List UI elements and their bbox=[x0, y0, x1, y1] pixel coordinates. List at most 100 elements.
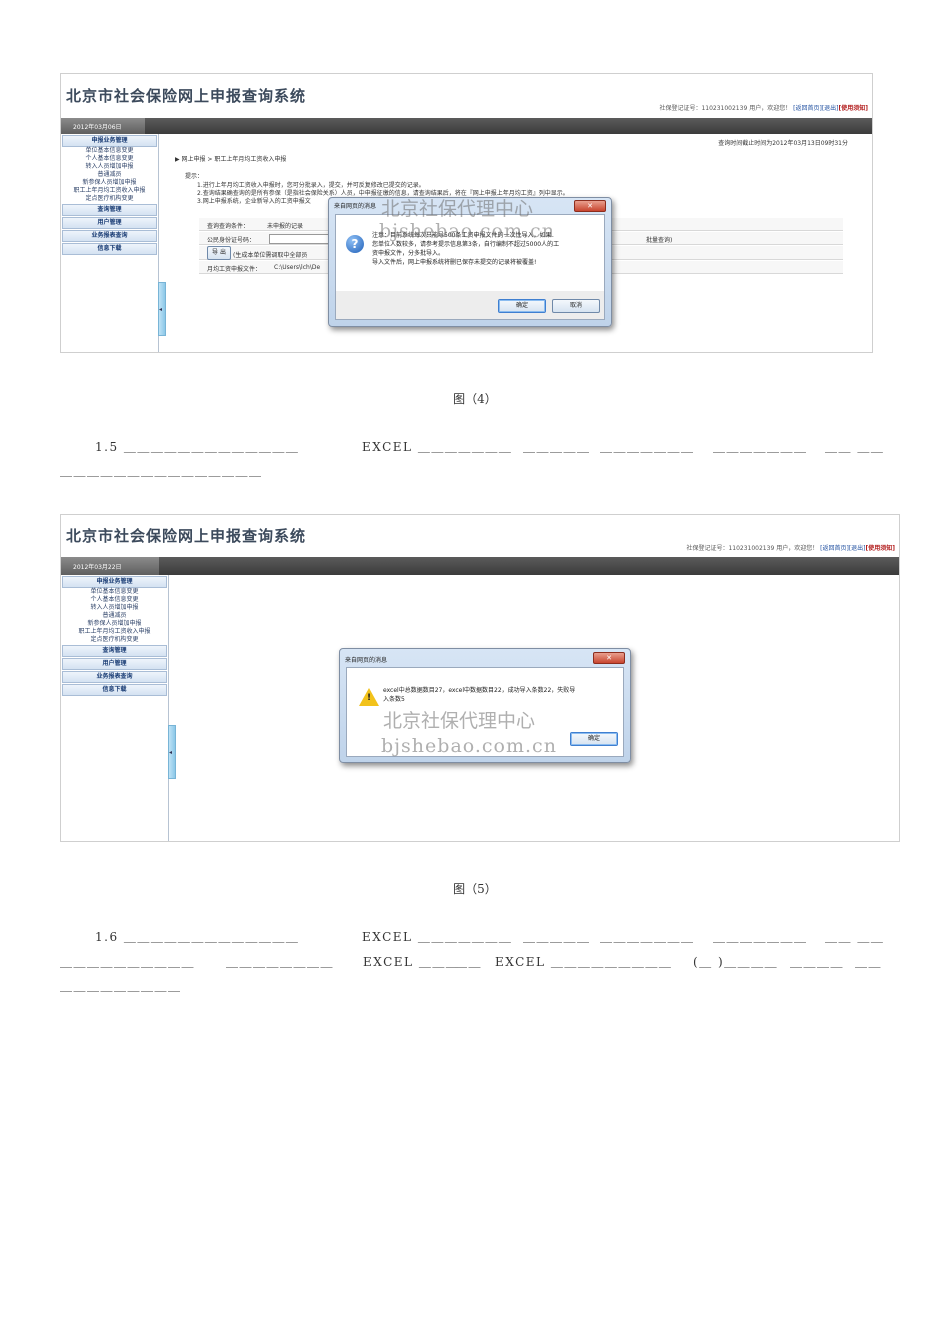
nav-section-header[interactable]: 信息下载 bbox=[62, 684, 167, 696]
sidebar-nav: 申报业务管理 单位基本信息变更 个人基本信息变更 转入人员增加申报 普通减员 新参保人员增… bbox=[61, 134, 159, 352]
home-link[interactable]: [返回首页] bbox=[820, 545, 849, 552]
query-time: 查询时间截止时间为2012年03月13日09时31分 bbox=[718, 140, 848, 147]
export-button[interactable]: 导 出 bbox=[207, 246, 231, 260]
paragraph-1-5-line-1: 1.5 ＿＿＿＿＿＿＿＿＿＿＿＿＿ EXCEL ＿＿＿＿＿＿＿ ＿＿＿＿＿ ＿＿… bbox=[95, 438, 885, 454]
nav-item[interactable]: 新参保人员增加申报 bbox=[61, 179, 158, 187]
sidebar-collapse-handle[interactable] bbox=[168, 725, 176, 779]
notice-link[interactable]: [使用须知] bbox=[839, 105, 869, 112]
query-condition-label: 查询查询条件： bbox=[207, 223, 250, 230]
text-segment: ＿＿＿＿＿ bbox=[523, 440, 591, 454]
nav-item[interactable]: 单位基本信息变更 bbox=[61, 588, 168, 596]
text-segment: ＿＿ ＿＿ bbox=[825, 440, 885, 454]
text-segment: ＿＿＿＿＿＿＿＿ bbox=[226, 955, 335, 969]
query-condition-select[interactable]: 未申报的记录 bbox=[267, 221, 303, 230]
close-icon[interactable]: ✕ bbox=[574, 200, 606, 212]
nav-item[interactable]: 转入人员增加申报 bbox=[61, 163, 158, 171]
nav-item[interactable]: 个人基本信息变更 bbox=[61, 155, 158, 163]
nav-item[interactable]: 普通减员 bbox=[61, 171, 158, 179]
ok-button[interactable]: 确定 bbox=[570, 732, 618, 746]
user-greeting: 用户，欢迎您！ bbox=[776, 545, 819, 552]
dialog-title: 来自网页的消息 bbox=[334, 203, 377, 210]
file-label: 月均工资申报文件： bbox=[207, 266, 262, 273]
nav-item[interactable]: 定点医疗机构变更 bbox=[61, 636, 168, 644]
system-title: 北京市社会保险网上申报查询系统 bbox=[66, 527, 307, 545]
text-segment: ＿＿ bbox=[855, 955, 883, 969]
watermark-cn: 北京社保代理中心 bbox=[383, 710, 536, 732]
nav-item[interactable]: 个人基本信息变更 bbox=[61, 596, 168, 604]
current-date: 2012年03月22日 bbox=[61, 557, 159, 575]
export-note: (生成本单位需调取中全部员 bbox=[233, 252, 308, 259]
nav-section-header[interactable]: 业务报表查询 bbox=[62, 671, 167, 683]
breadcrumb: ▶ 网上申报 > 职工上年月均工资收入申报 bbox=[175, 156, 287, 163]
text-segment: EXCEL ＿＿＿＿＿＿＿ bbox=[362, 440, 513, 454]
text-segment: (＿ )＿＿＿＿ bbox=[693, 955, 779, 969]
nav-item[interactable]: 定点医疗机构变更 bbox=[61, 195, 158, 203]
tip-3: 3.网上申报系统，企业新导入的工资申报文 bbox=[197, 198, 311, 205]
logout-link[interactable]: [退出] bbox=[849, 545, 866, 552]
date-bar: 2012年03月06日 bbox=[61, 118, 872, 134]
file-path-input[interactable]: C:\Users\lch\De bbox=[274, 264, 320, 271]
tips-label: 提示： bbox=[185, 173, 204, 180]
text-segment: 1.5 ＿＿＿＿＿＿＿＿＿＿＿＿＿ bbox=[95, 440, 300, 454]
nav-item[interactable]: 职工上年月均工资收入申报 bbox=[61, 628, 168, 636]
logout-link[interactable]: [退出] bbox=[822, 105, 839, 112]
text-segment: ＿＿＿＿＿＿＿ bbox=[713, 440, 808, 454]
nav-section-header[interactable]: 查询管理 bbox=[62, 645, 167, 657]
text-segment: EXCEL ＿＿＿＿＿＿＿＿＿ bbox=[495, 955, 673, 969]
paragraph-1-6-line-1: 1.6 ＿＿＿＿＿＿＿＿＿＿＿＿＿ EXCEL ＿＿＿＿＿＿＿ ＿＿＿＿＿ ＿＿… bbox=[95, 928, 885, 944]
paragraph-1-6-line-2: ＿＿＿＿＿＿＿＿＿＿ ＿＿＿＿＿＿＿＿ EXCEL ＿＿＿ ＿＿ EXCEL ＿… bbox=[60, 953, 885, 969]
paragraph-1-6-line-3: ＿＿＿＿＿＿＿＿＿ bbox=[60, 979, 182, 993]
home-link[interactable]: [返回首页] bbox=[793, 105, 822, 112]
user-greeting: 用户，欢迎您！ bbox=[749, 105, 792, 112]
dialog-title: 来自网页的消息 bbox=[345, 657, 388, 664]
close-icon[interactable]: ✕ bbox=[593, 652, 625, 664]
nav-item[interactable]: 转入人员增加申报 bbox=[61, 604, 168, 612]
nav-item[interactable]: 职工上年月均工资收入申报 bbox=[61, 187, 158, 195]
dialog-message-1: excel中总数据数目27，excel中数据数目22，成功导入条数22，失败导 bbox=[383, 687, 576, 694]
nav-section-header[interactable]: 申报业务管理 bbox=[62, 576, 167, 588]
nav-section-header[interactable]: 用户管理 bbox=[62, 658, 167, 670]
text-segment: ＿＿ bbox=[455, 955, 483, 969]
nav-section-header[interactable]: 信息下载 bbox=[62, 243, 157, 255]
watermark-cn: 北京社保代理中心 bbox=[381, 198, 534, 220]
unit-number: 社保登记证号：110231002139 bbox=[686, 545, 775, 552]
screenshot-figure-4: 北京市社会保险网上申报查询系统 社保登记证号：110231002139 用户，欢… bbox=[60, 73, 873, 353]
nav-section-header[interactable]: 业务报表查询 bbox=[62, 230, 157, 242]
paragraph-1-5-line-2: ＿＿＿＿＿＿＿＿＿＿＿＿＿＿＿ bbox=[60, 464, 263, 478]
text-segment: ＿＿＿＿ bbox=[790, 955, 845, 969]
unit-number: 社保登记证号：110231002139 bbox=[659, 105, 748, 112]
figure-caption-4: 图（4） bbox=[453, 392, 497, 406]
nav-section-header[interactable]: 用户管理 bbox=[62, 217, 157, 229]
sidebar-collapse-handle[interactable] bbox=[158, 282, 166, 336]
text-segment: ＿＿＿＿＿＿＿ bbox=[600, 440, 695, 454]
cancel-button[interactable]: 取消 bbox=[552, 299, 600, 313]
id-number-label: 公民身份证号码： bbox=[207, 237, 256, 244]
system-title: 北京市社会保险网上申报查询系统 bbox=[66, 87, 307, 105]
batch-query-link[interactable]: 批量查询) bbox=[646, 235, 672, 244]
dialog-message-4: 导入文件后，网上申报系统将删已保存未提交的记录将被覆盖! bbox=[372, 259, 537, 266]
id-number-input[interactable] bbox=[269, 234, 331, 244]
screenshot-figure-5: 北京市社会保险网上申报查询系统 社保登记证号：110231002139 用户，欢… bbox=[60, 514, 900, 842]
nav-section-header[interactable]: 申报业务管理 bbox=[62, 135, 157, 147]
app-header: 北京市社会保险网上申报查询系统 社保登记证号：110231002139 用户，欢… bbox=[61, 74, 872, 118]
nav-item[interactable]: 新参保人员增加申报 bbox=[61, 620, 168, 628]
text-segment: ＿＿＿＿＿＿＿＿＿＿ bbox=[60, 955, 196, 969]
ok-button[interactable]: 确定 bbox=[498, 299, 546, 313]
nav-section-header[interactable]: 查询管理 bbox=[62, 204, 157, 216]
app-header: 北京市社会保险网上申报查询系统 社保登记证号：110231002139 用户，欢… bbox=[61, 515, 899, 557]
nav-item[interactable]: 普通减员 bbox=[61, 612, 168, 620]
nav-item[interactable]: 单位基本信息变更 bbox=[61, 147, 158, 155]
date-bar: 2012年03月22日 bbox=[61, 557, 899, 575]
sidebar-nav: 申报业务管理 单位基本信息变更 个人基本信息变更 转入人员增加申报 普通减员 新参保人员增… bbox=[61, 575, 169, 841]
watermark-en: bjshebao.com.cn bbox=[379, 220, 555, 242]
text-segment: 1.6 ＿＿＿＿＿＿＿＿＿＿＿＿＿ bbox=[95, 930, 300, 944]
header-links: 社保登记证号：110231002139 用户，欢迎您！ [返回首页][退出][使… bbox=[659, 103, 868, 112]
figure-caption-5: 图（5） bbox=[453, 882, 497, 896]
text-segment: ＿＿＿＿＿＿＿ bbox=[600, 930, 695, 944]
header-links: 社保登记证号：110231002139 用户，欢迎您！ [返回首页][退出][使… bbox=[686, 543, 895, 552]
warning-icon: ! bbox=[359, 688, 379, 706]
dialog-footer: 确定 取消 bbox=[335, 291, 605, 320]
notice-link[interactable]: [使用须知] bbox=[866, 545, 896, 552]
current-date: 2012年03月06日 bbox=[61, 118, 145, 134]
text-segment: EXCEL ＿＿＿ bbox=[363, 955, 460, 969]
